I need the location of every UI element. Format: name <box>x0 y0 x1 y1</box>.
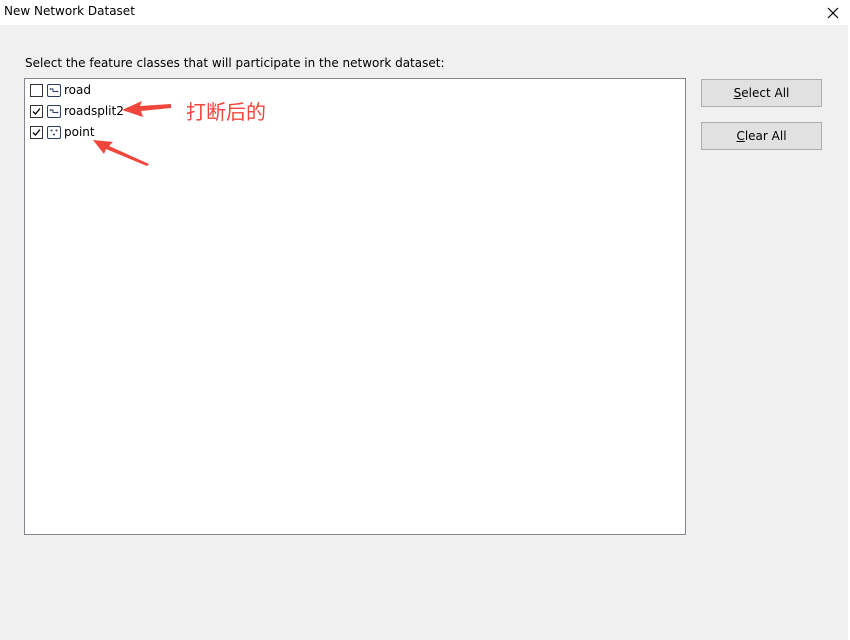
close-icon <box>827 7 839 18</box>
point-checkbox[interactable] <box>30 125 43 139</box>
annotation-text: 打断后的 <box>186 100 266 124</box>
clear-all-button[interactable]: Clear All <box>701 122 822 150</box>
line-feature-class-icon <box>47 104 61 118</box>
select-all-label: elect All <box>741 86 790 100</box>
list-item-roadsplit2[interactable]: roadsplit2 <box>30 101 124 121</box>
list-item-road[interactable]: road <box>30 80 91 100</box>
checkmark-icon <box>32 107 41 115</box>
line-feature-class-icon <box>47 83 61 97</box>
clear-all-mnemonic: C <box>736 129 745 143</box>
road-checkbox[interactable] <box>30 83 43 97</box>
instruction-label: Select the feature classes that will par… <box>25 56 445 70</box>
select-all-button[interactable]: Select All <box>701 79 822 107</box>
point-feature-class-icon <box>47 125 61 139</box>
select-all-mnemonic: S <box>733 86 742 100</box>
roadsplit2-checkbox[interactable] <box>30 104 43 118</box>
feature-class-list[interactable]: road roadsplit2 point <box>24 78 686 535</box>
title-bar: New Network Dataset <box>0 0 850 25</box>
list-item-label: roadsplit2 <box>64 104 124 118</box>
checkmark-icon <box>32 128 41 136</box>
list-item-label: point <box>64 125 95 139</box>
clear-all-label: lear All <box>744 129 787 143</box>
close-button[interactable] <box>816 0 850 25</box>
list-item-label: road <box>64 83 91 97</box>
window-title: New Network Dataset <box>4 4 135 18</box>
list-item-point[interactable]: point <box>30 122 95 142</box>
